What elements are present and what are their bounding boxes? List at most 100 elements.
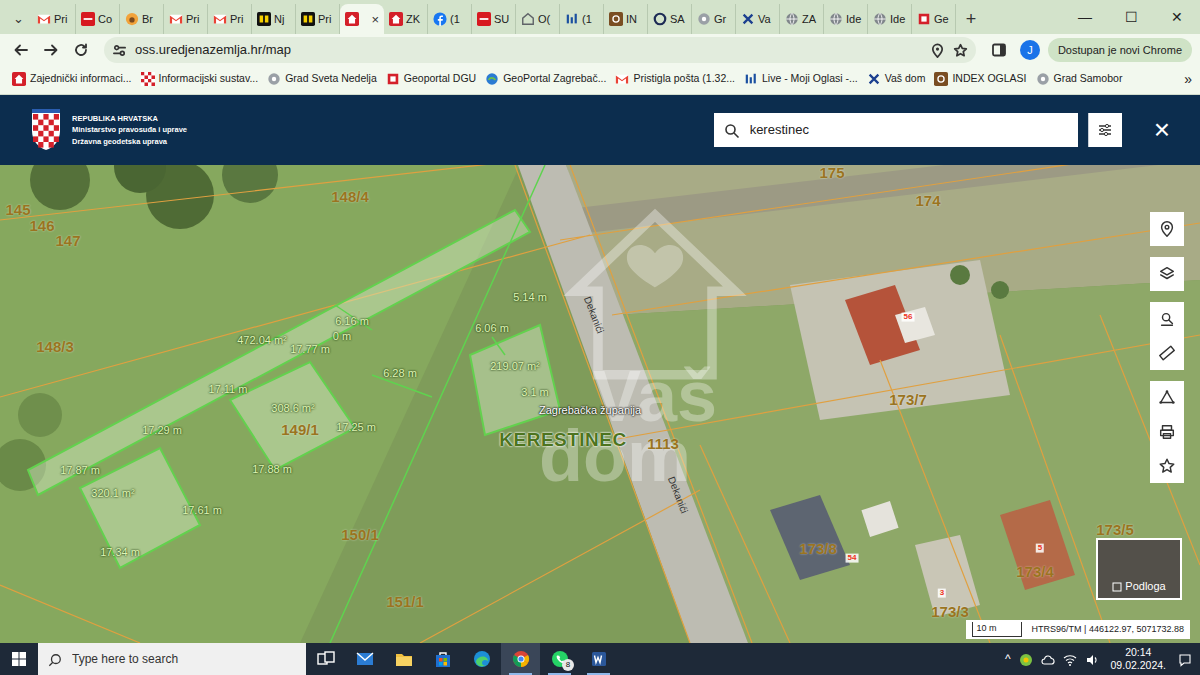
taskbar-app[interactable] [384,643,423,675]
star-icon[interactable] [953,40,968,60]
bookmark[interactable]: GeoPortal Zagrebač... [485,71,606,87]
browser-tab[interactable]: × [340,4,384,34]
browser-tab[interactable]: (1 [560,4,604,34]
taskbar-app[interactable]: 8 [540,643,579,675]
browser-tab[interactable]: Va [736,4,780,34]
bookmark-favicon-icon [615,72,629,86]
layers-icon[interactable] [1150,257,1184,291]
browser-tab[interactable]: Ide [824,4,868,34]
taskbar-app[interactable] [501,643,540,675]
search-location-icon[interactable] [1150,302,1184,336]
bookmark[interactable]: Informacijski sustav... [141,71,259,87]
bookmark[interactable]: INDEX OGLASI [934,71,1026,87]
close-window-button[interactable]: ✕ [1154,0,1200,34]
update-chrome-button[interactable]: Dostupan je novi Chrome [1048,38,1192,62]
tab-title: Pri [186,11,199,28]
browser-tab[interactable]: (1 [428,4,472,34]
address-bar[interactable]: oss.uredjenazemlja.hr/map [104,37,976,63]
print-icon[interactable] [1150,415,1184,449]
taskbar-app[interactable] [462,643,501,675]
star-icon[interactable] [1150,449,1184,483]
browser-tab[interactable]: Co [76,4,120,34]
tab-title: O( [538,11,550,28]
browser-tab[interactable]: Pri [32,4,76,34]
close-search-button[interactable]: × [1154,116,1170,144]
show-hidden-icons-button[interactable]: ^ [1005,650,1011,668]
taskbar-app[interactable] [423,643,462,675]
browser-tab[interactable]: ZK [384,4,428,34]
bookmark[interactable]: Geoportal DGU [386,71,476,87]
parcel-label: 1113 [647,436,679,453]
windows-start-icon[interactable] [0,643,38,675]
bookmark[interactable]: Live - Moji Oglasi -... [744,71,858,87]
measure-area-icon[interactable] [1150,381,1184,415]
search-box [714,113,1078,147]
taskbar-search-input[interactable] [70,649,296,669]
url-text: oss.uredjenazemlja.hr/map [135,40,922,60]
maximize-button[interactable]: ☐ [1108,0,1154,34]
browser-tab[interactable]: ZA [780,4,824,34]
taskbar-app[interactable] [345,643,384,675]
taskbar-app[interactable] [579,643,618,675]
side-panel-icon[interactable] [986,37,1012,63]
tab-search-button[interactable]: ⌄ [4,4,32,34]
reload-icon[interactable] [68,37,94,63]
bookmark[interactable]: Pristigla pošta (1.32... [615,71,735,87]
measurement-label: 6.28 m [383,367,417,379]
browser-tab[interactable]: Br [120,4,164,34]
browser-tab[interactable]: Ide [868,4,912,34]
tab-title: SU [494,11,509,28]
app-tray-icon[interactable] [1019,650,1033,668]
bookmark-label: GeoPortal Zagrebač... [503,71,606,87]
favicon-icon [433,12,447,26]
tab-close-button[interactable]: × [371,13,379,26]
ruler-icon[interactable] [1150,336,1184,370]
coat-of-arms-icon [30,109,62,151]
browser-tab[interactable]: SA [648,4,692,34]
taskbar-search [38,643,306,675]
search-input[interactable] [748,119,1068,141]
filter-icon[interactable] [1088,113,1122,147]
network-icon[interactable] [1063,650,1077,668]
bookmark-label: Zajednički informaci... [30,71,132,87]
more-bookmarks-button[interactable]: » [1184,69,1192,90]
bookmark[interactable]: Grad Samobor [1036,71,1123,87]
browser-tab[interactable]: Ge [912,4,956,34]
bookmark-label: Live - Moji Oglasi -... [762,71,858,87]
browser-tab[interactable]: Gr [692,4,736,34]
bookmark[interactable]: Vaš dom [867,71,926,87]
favicon-icon [81,12,95,26]
bookmark[interactable]: Zajednički informaci... [12,71,132,87]
new-tab-button[interactable]: + [956,4,986,34]
organization-name: REPUBLIKA HRVATSKAMinistarstvo pravosuđa… [72,113,187,148]
organization-line: Državna geodetska uprava [72,136,187,148]
location-icon[interactable] [930,40,945,60]
measurement-label: 6.06 m [475,322,509,334]
basemap-button[interactable]: Podloga [1096,538,1182,600]
minimize-button[interactable]: — [1062,0,1108,34]
location-icon[interactable] [1150,212,1184,246]
cloud-icon[interactable] [1041,650,1055,668]
clock-date: 09.02.2024. [1111,659,1166,672]
browser-tab[interactable]: O( [516,4,560,34]
browser-tab[interactable]: Pri [296,4,340,34]
browser-tab[interactable]: Pri [208,4,252,34]
browser-tab[interactable]: IN [604,4,648,34]
speaker-icon[interactable] [1085,650,1099,668]
favicon-icon [169,12,183,26]
browser-tab[interactable]: Nj [252,4,296,34]
bookmark-label: Grad Samobor [1054,71,1123,87]
forward-icon[interactable] [38,37,64,63]
profile-button[interactable]: J [1020,40,1040,60]
measurement-label: 0 m [333,330,351,342]
favicon-icon [565,12,579,26]
clock[interactable]: 20:1409.02.2024. [1107,646,1170,672]
browser-tab[interactable]: SU [472,4,516,34]
bookmark[interactable]: Grad Sveta Nedelja [267,71,377,87]
taskbar-app[interactable] [306,643,345,675]
favicon-icon [609,12,623,26]
notifications-icon[interactable] [1178,650,1192,668]
browser-tab[interactable]: Pri [164,4,208,34]
back-icon[interactable] [8,37,34,63]
map-view[interactable]: Vašdom145146147148/4148/3149/1150/1151/1… [0,165,1200,643]
